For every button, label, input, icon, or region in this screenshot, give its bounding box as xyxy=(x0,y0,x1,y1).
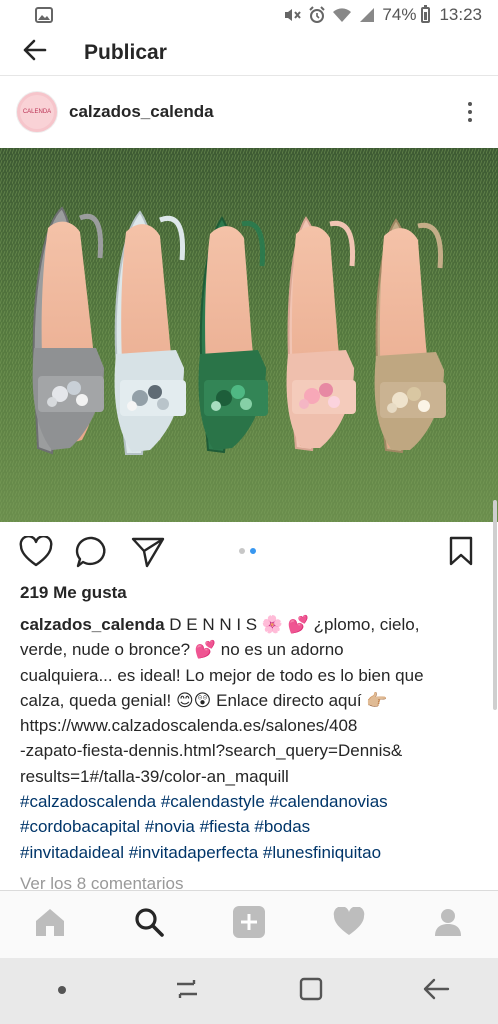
nav-dot-button[interactable] xyxy=(32,966,92,1016)
comment-icon xyxy=(75,535,109,574)
search-icon xyxy=(134,907,165,942)
avatar-logo: CALENDA xyxy=(20,95,54,129)
recent-apps-icon xyxy=(174,976,200,1007)
post-actions xyxy=(0,532,498,576)
carousel-dot xyxy=(239,548,245,554)
share-button[interactable] xyxy=(130,536,166,572)
comment-button[interactable] xyxy=(74,536,110,572)
shoes-photo xyxy=(0,148,498,522)
page-title: Publicar xyxy=(84,40,167,64)
post-caption: calzados_calenda D E N N I S 🌸 💕 ¿plomo,… xyxy=(20,612,482,865)
nav-activity[interactable] xyxy=(324,900,374,950)
like-button[interactable] xyxy=(18,534,54,573)
bottom-navigation xyxy=(0,890,498,958)
nav-profile[interactable] xyxy=(423,900,473,950)
hashtags-line[interactable]: #invitadaideal #invitadaperfecta #lunesf… xyxy=(20,840,482,865)
back-button[interactable] xyxy=(0,30,68,76)
avatar[interactable]: CALENDA xyxy=(16,91,58,133)
send-icon xyxy=(131,536,165,573)
home-button[interactable] xyxy=(281,966,341,1016)
post-username[interactable]: calzados_calenda xyxy=(69,102,214,122)
more-dot-icon xyxy=(468,102,472,106)
clock: 13:23 xyxy=(439,5,482,24)
heart-icon xyxy=(19,534,53,573)
caption-link[interactable]: results=1#/talla-39/color-an_maquill xyxy=(20,764,482,789)
dot-icon xyxy=(57,982,67,1000)
battery-icon xyxy=(421,5,431,23)
battery-percent: 74% xyxy=(382,5,417,24)
caption-link[interactable]: -zapato-fiesta-dennis.html?search_query=… xyxy=(20,738,482,763)
scrollbar[interactable] xyxy=(493,500,497,710)
heart-icon xyxy=(333,906,365,942)
carousel-indicator xyxy=(239,548,256,554)
save-button[interactable] xyxy=(446,536,476,570)
caption-line: verde, nude o bronce? 💕 no es un adorno xyxy=(20,640,344,660)
image-icon xyxy=(34,5,54,25)
caption-line: cualquiera... es ideal! Lo mejor de todo… xyxy=(20,665,424,685)
alarm-icon xyxy=(307,5,327,25)
top-bar: Publicar xyxy=(0,30,498,76)
arrow-left-icon xyxy=(21,38,47,67)
square-icon xyxy=(298,976,324,1007)
bookmark-icon xyxy=(449,536,473,571)
post-header: CALENDA calzados_calenda xyxy=(0,76,498,148)
caption-text: D E N N I S 🌸 💕 ¿plomo, cielo, xyxy=(164,615,420,634)
more-dot-icon xyxy=(468,110,472,114)
hashtags-line[interactable]: #cordobacapital #novia #fiesta #bodas xyxy=(20,814,482,839)
mute-icon xyxy=(282,5,302,25)
signal-icon xyxy=(357,5,377,25)
post-image[interactable] xyxy=(0,148,498,522)
profile-icon xyxy=(433,907,463,942)
carousel-dot-active xyxy=(250,548,256,554)
nav-home[interactable] xyxy=(25,900,75,950)
likes-count[interactable]: 219 Me gusta xyxy=(20,583,127,603)
more-dot-icon xyxy=(468,118,472,122)
hashtags-line[interactable]: #calzadoscalenda #calendastyle #calendan… xyxy=(20,789,482,814)
nav-new-post[interactable] xyxy=(224,900,274,950)
back-arrow-icon xyxy=(422,977,450,1006)
nav-search[interactable] xyxy=(124,900,174,950)
caption-link[interactable]: https://www.calzadoscalenda.es/salones/4… xyxy=(20,713,482,738)
recent-apps-button[interactable] xyxy=(157,966,217,1016)
more-options-button[interactable] xyxy=(458,92,482,132)
wifi-icon xyxy=(332,5,352,25)
status-bar: 74% 13:23 xyxy=(0,0,498,30)
back-system-button[interactable] xyxy=(406,966,466,1016)
plus-square-icon xyxy=(232,905,266,944)
caption-username[interactable]: calzados_calenda xyxy=(20,615,165,634)
caption-line: calza, queda genial! 😊😲 Enlace directo a… xyxy=(20,690,388,710)
system-navigation xyxy=(0,958,498,1024)
home-icon xyxy=(34,907,66,942)
caption-line: calzados_calenda D E N N I S 🌸 💕 ¿plomo,… xyxy=(20,612,482,637)
